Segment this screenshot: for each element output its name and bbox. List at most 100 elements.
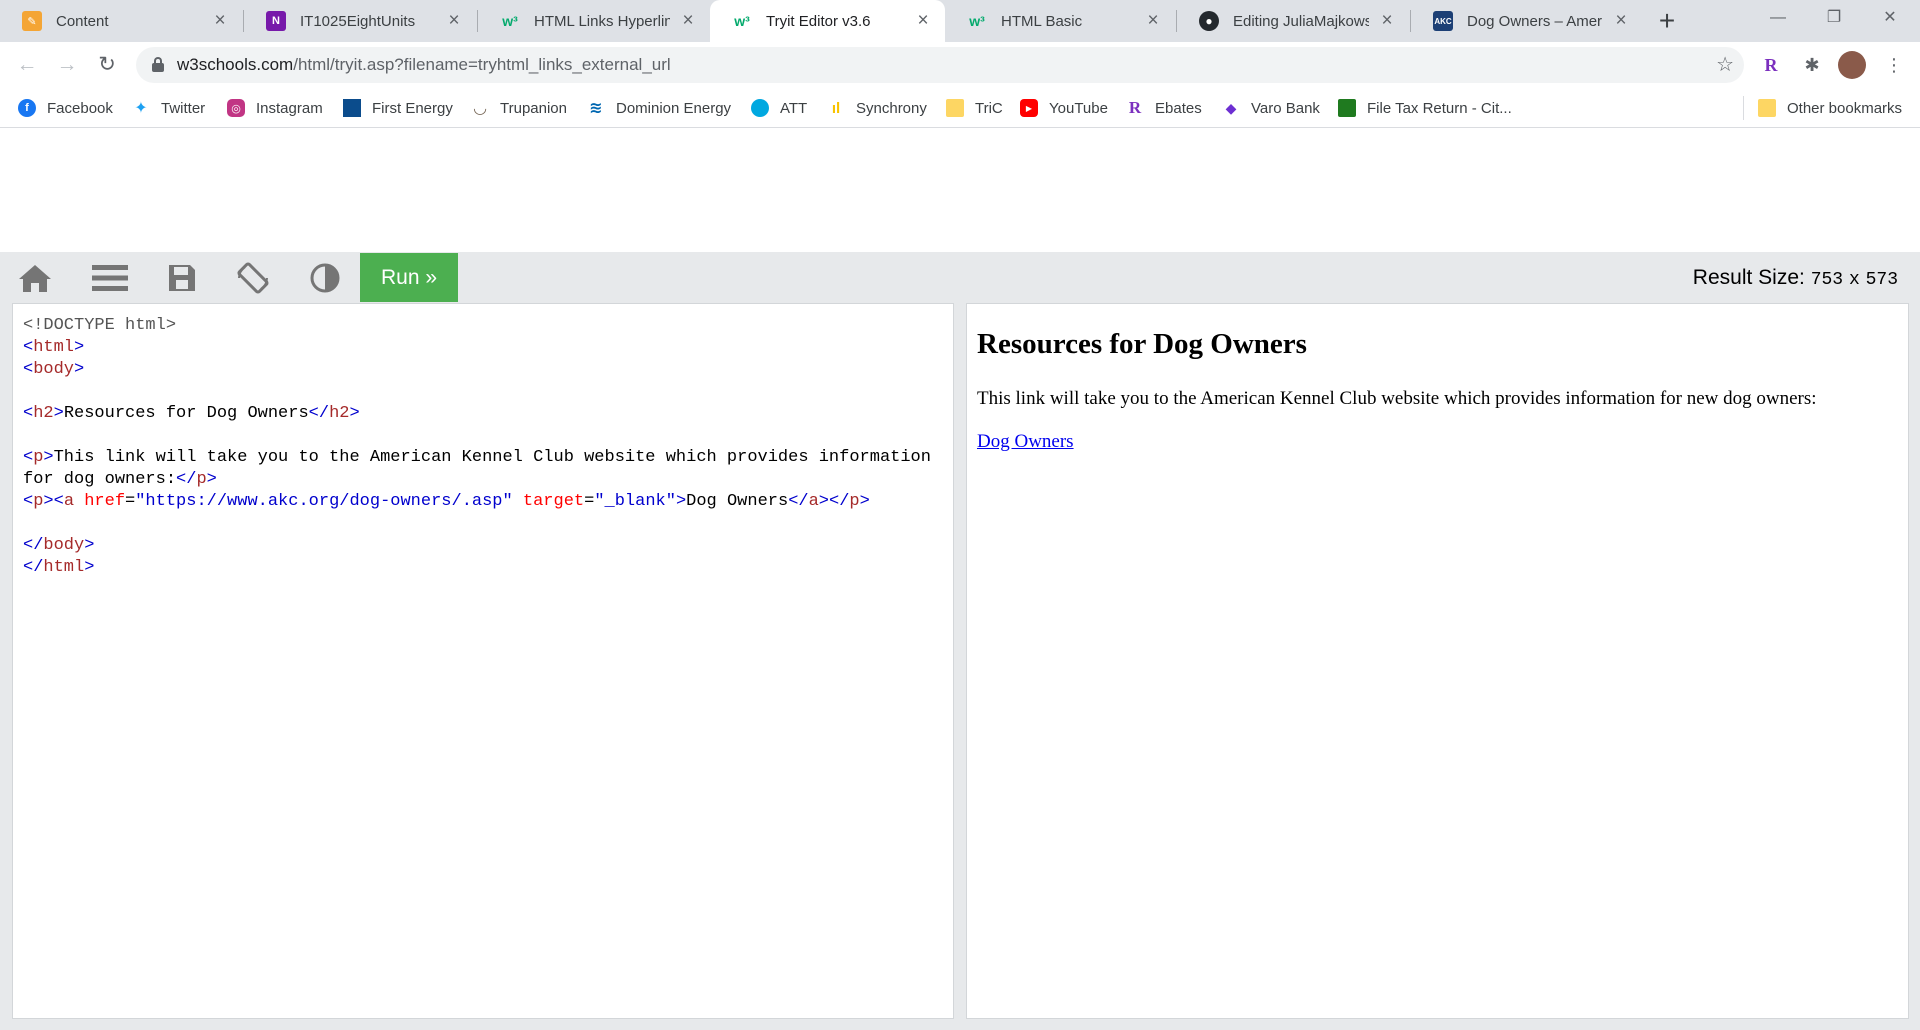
code-line[interactable]: for dog owners:</p> bbox=[23, 469, 948, 491]
reload-icon[interactable]: ↻ bbox=[91, 49, 123, 81]
bookmark-varo-bank[interactable]: ◆ Varo Bank bbox=[1222, 88, 1320, 128]
bookmark-label: ATT bbox=[780, 99, 808, 117]
code-editor[interactable]: <!DOCTYPE html><html><body>​<h2>Resource… bbox=[12, 303, 954, 1019]
bookmark-label: Trupanion bbox=[500, 99, 567, 117]
close-tab-icon[interactable]: × bbox=[210, 11, 230, 31]
bookmark-youtube[interactable]: ▶ YouTube bbox=[1020, 88, 1108, 128]
result-width: 753 bbox=[1810, 270, 1844, 290]
browser-toolbar: ← → ↻ w3schools.com/html/tryit.asp?filen… bbox=[0, 42, 1920, 88]
minimize-button[interactable]: — bbox=[1750, 0, 1806, 36]
bookmark-tric[interactable]: TriC bbox=[946, 88, 1003, 128]
bookmark-star-icon[interactable]: ☆ bbox=[1716, 47, 1734, 83]
w3schools-icon: w³ bbox=[969, 13, 985, 29]
rakuten-extension-icon[interactable]: R bbox=[1757, 51, 1785, 79]
code-line[interactable]: ​ bbox=[23, 513, 948, 535]
tab-tryit-editor[interactable]: w³ Tryit Editor v3.6 × bbox=[710, 0, 945, 42]
code-line[interactable]: <p>This link will take you to the Americ… bbox=[23, 447, 948, 469]
w3schools-icon: w³ bbox=[502, 13, 518, 29]
tab-title: Tryit Editor v3.6 bbox=[766, 12, 871, 30]
code-line[interactable]: </body> bbox=[23, 535, 948, 557]
code-line[interactable]: ​ bbox=[23, 381, 948, 403]
trupanion-icon: ◡ bbox=[473, 100, 487, 117]
code-line[interactable]: ​ bbox=[23, 425, 948, 447]
menu-hamburger-icon[interactable] bbox=[75, 252, 145, 303]
bookmark-label: Twitter bbox=[161, 99, 206, 117]
bookmark-ebates[interactable]: R Ebates bbox=[1126, 88, 1202, 128]
tab-title: Dog Owners – American bbox=[1467, 12, 1603, 30]
bookmark-att[interactable]: ATT bbox=[751, 88, 807, 128]
tab-title: Editing JuliaMajkowski/ bbox=[1233, 12, 1369, 30]
bookmark-label: Varo Bank bbox=[1251, 99, 1320, 117]
rotate-orientation-icon[interactable] bbox=[218, 252, 288, 303]
bookmark-label: Ebates bbox=[1155, 99, 1202, 117]
dog-owners-link[interactable]: Dog Owners bbox=[977, 431, 1074, 453]
onenote-icon: N bbox=[266, 11, 286, 31]
close-tab-icon[interactable]: × bbox=[1143, 11, 1163, 31]
home-icon[interactable] bbox=[0, 252, 70, 303]
forward-arrow-icon[interactable]: → bbox=[51, 49, 83, 81]
code-line[interactable]: <html> bbox=[23, 337, 948, 359]
tab-dog-owners-akc[interactable]: AKC Dog Owners – American × bbox=[1411, 0, 1643, 42]
bookmark-other[interactable]: Other bookmarks bbox=[1758, 88, 1902, 128]
code-line[interactable]: <h2>Resources for Dog Owners</h2> bbox=[23, 403, 948, 425]
url-path: /html/tryit.asp?filename=tryhtml_links_e… bbox=[293, 55, 671, 74]
tab-github-editing[interactable]: ● Editing JuliaMajkowski/ × bbox=[1177, 0, 1409, 42]
github-icon: ● bbox=[1199, 11, 1219, 31]
bookmark-label: Facebook bbox=[47, 99, 113, 117]
bookmark-label: Synchrony bbox=[856, 99, 927, 117]
address-bar[interactable]: w3schools.com/html/tryit.asp?filename=tr… bbox=[136, 47, 1744, 83]
synchrony-icon: ıl bbox=[831, 99, 841, 117]
result-frame: Resources for Dog Owners This link will … bbox=[966, 303, 1909, 1019]
close-tab-icon[interactable]: × bbox=[678, 11, 698, 31]
facebook-icon: f bbox=[18, 99, 36, 117]
code-line[interactable]: <body> bbox=[23, 359, 948, 381]
bookmark-first-energy[interactable]: First Energy bbox=[343, 88, 453, 128]
close-tab-icon[interactable]: × bbox=[444, 11, 464, 31]
close-tab-icon[interactable]: × bbox=[1377, 11, 1397, 31]
tab-it1025[interactable]: N IT1025EightUnits × bbox=[244, 0, 476, 42]
result-heading: Resources for Dog Owners bbox=[977, 328, 1307, 360]
close-tab-icon[interactable]: × bbox=[913, 11, 933, 31]
bookmark-twitter[interactable]: ✦ Twitter bbox=[132, 88, 205, 128]
menu-kebab-icon[interactable]: ⋮ bbox=[1880, 51, 1908, 79]
run-button[interactable]: Run » bbox=[360, 253, 458, 302]
code-text[interactable]: <!DOCTYPE html><html><body>​<h2>Resource… bbox=[23, 315, 948, 579]
tab-strip: ✎ Content × N IT1025EightUnits × w³ HTML… bbox=[0, 0, 1920, 42]
bookmarks-divider bbox=[1743, 96, 1744, 120]
youtube-icon: ▶ bbox=[1020, 99, 1038, 117]
code-line[interactable]: <p><a href="https://www.akc.org/dog-owne… bbox=[23, 491, 948, 513]
tab-html-links[interactable]: w³ HTML Links Hyperlinks × bbox=[478, 0, 710, 42]
code-line[interactable]: </html> bbox=[23, 557, 948, 579]
theme-contrast-icon[interactable] bbox=[290, 252, 360, 303]
tab-content[interactable]: ✎ Content × bbox=[0, 0, 242, 42]
folder-icon bbox=[1758, 99, 1776, 117]
result-size-display: Result Size: 753 x 573 bbox=[1693, 252, 1898, 306]
dominion-energy-icon: ≋ bbox=[589, 100, 603, 117]
bookmark-dominion-energy[interactable]: ≋ Dominion Energy bbox=[587, 88, 731, 128]
code-line[interactable]: <!DOCTYPE html> bbox=[23, 315, 948, 337]
close-tab-icon[interactable]: × bbox=[1611, 11, 1631, 31]
save-icon[interactable] bbox=[147, 252, 217, 303]
result-size-separator: x bbox=[1848, 270, 1860, 290]
bookmark-trupanion[interactable]: ◡ Trupanion bbox=[471, 88, 567, 128]
back-arrow-icon[interactable]: ← bbox=[11, 49, 43, 81]
maximize-button[interactable]: ❐ bbox=[1806, 0, 1862, 36]
url-text[interactable]: w3schools.com/html/tryit.asp?filename=tr… bbox=[177, 47, 671, 83]
profile-avatar[interactable] bbox=[1838, 51, 1866, 79]
tab-title: HTML Basic bbox=[1001, 12, 1083, 30]
result-paragraph: This link will take you to the American … bbox=[977, 388, 1817, 409]
tab-html-basic[interactable]: w³ HTML Basic × bbox=[945, 0, 1175, 42]
bookmark-synchrony[interactable]: ıl Synchrony bbox=[827, 88, 927, 128]
close-window-button[interactable]: ✕ bbox=[1862, 0, 1918, 36]
bookmark-label: Other bookmarks bbox=[1787, 99, 1903, 117]
url-host: w3schools.com bbox=[177, 55, 294, 74]
bookmark-instagram[interactable]: ◎ Instagram bbox=[227, 88, 323, 128]
bookmark-file-tax-return[interactable]: File Tax Return - Cit... bbox=[1338, 88, 1512, 128]
first-energy-icon bbox=[343, 99, 361, 117]
att-icon bbox=[751, 99, 769, 117]
result-size-label: Result Size: bbox=[1692, 266, 1805, 289]
new-tab-button[interactable]: + bbox=[1651, 6, 1683, 38]
folder-icon bbox=[946, 99, 964, 117]
extensions-puzzle-icon[interactable]: ✱ bbox=[1798, 51, 1826, 79]
bookmark-facebook[interactable]: f Facebook bbox=[18, 88, 113, 128]
